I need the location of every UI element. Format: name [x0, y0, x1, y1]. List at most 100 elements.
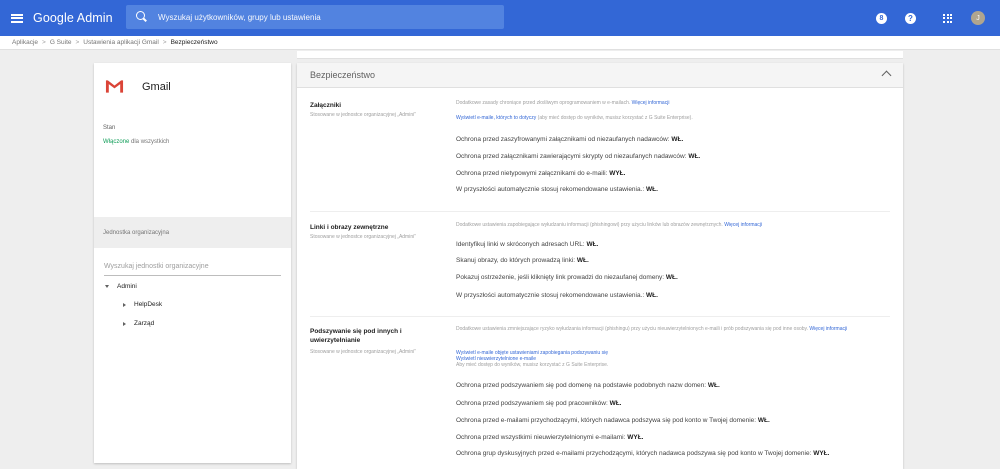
breadcrumb: Aplikacje > G Suite > Ustawienia aplikac…	[0, 36, 1000, 50]
setting-value: WŁ.	[646, 292, 658, 299]
setting-groups-spoofing[interactable]: Ochrona grup dyskusyjnych przed e-mailam…	[456, 449, 829, 458]
setting-value: WYŁ.	[813, 450, 830, 457]
org-unit-header: Jednostka organizacyjna	[94, 217, 291, 248]
setting-label: Ochrona przed załącznikami zawierającymi…	[456, 153, 687, 160]
setting-label: Identyfikuj linki w skróconych adresach …	[456, 241, 585, 248]
top-app-bar: Google Admin Wyszukaj użytkowników, grup…	[0, 0, 1000, 36]
security-settings-panel: Bezpieczeństwo Załączniki Stosowane w je…	[297, 63, 903, 469]
tree-item-label: Admini	[117, 283, 137, 290]
section-divider	[310, 211, 890, 212]
apps-grid-icon[interactable]	[943, 13, 952, 23]
breadcrumb-current: Bezpieczeństwo	[170, 39, 218, 46]
setting-value: WŁ.	[586, 241, 599, 248]
spoofing-description: Dodatkowe ustawienia zmniejszające ryzyk…	[456, 326, 888, 333]
breadcrumb-gsuite[interactable]: G Suite	[50, 39, 72, 46]
setting-label: W przyszłości automatycznie stosuj rekom…	[456, 292, 645, 299]
attachments-description: Dodatkowe zasady chroniące przed złośliw…	[456, 100, 888, 107]
top-right-actions: 8 ? J	[876, 0, 1000, 36]
attachments-view-row: Wyświetl e-maile, których to dotyczy (ab…	[456, 115, 888, 122]
setting-label: W przyszłości automatycznie stosuj rekom…	[456, 186, 645, 193]
section-divider	[310, 316, 890, 317]
app-info-panel: Gmail Stan Włączone dla wszystkich Jedno…	[94, 63, 291, 463]
setting-value: WYŁ.	[627, 434, 644, 441]
org-unit-search-input[interactable]: Wyszukaj jednostki organizacyjne	[104, 262, 281, 276]
links-title: Linki i obrazy zewnętrzne	[310, 224, 389, 231]
search-icon	[136, 11, 148, 23]
section-header[interactable]: Bezpieczeństwo	[297, 63, 903, 88]
setting-label: Pokazuj ostrzeżenie, jeśli kliknięty lin…	[456, 274, 665, 281]
setting-label: Ochrona przed e-mailami przychodzącymi, …	[456, 417, 757, 424]
setting-script-attachments[interactable]: Ochrona przed załącznikami zawierającymi…	[456, 152, 700, 161]
setting-links-future-recommended[interactable]: W przyszłości automatycznie stosuj rekom…	[456, 291, 658, 300]
gmail-logo-icon	[105, 79, 124, 94]
tree-item-admini[interactable]: Admini	[105, 283, 137, 290]
section-title: Bezpieczeństwo	[310, 70, 376, 80]
setting-label: Skanuj obrazy, do których prowadzą linki…	[456, 257, 576, 264]
help-icon[interactable]: ?	[905, 12, 916, 24]
tree-item-helpdesk[interactable]: HelpDesk	[123, 301, 162, 308]
tree-item-label: Zarząd	[134, 320, 155, 327]
attachments-desc-text: Dodatkowe zasady chroniące przed złośliw…	[456, 100, 631, 106]
setting-value: WŁ.	[671, 136, 684, 143]
setting-label: Ochrona przed podszywaniem się pod domen…	[456, 382, 707, 389]
setting-label: Ochrona przed zaszyfrowanymi załącznikam…	[456, 136, 670, 143]
setting-value: WŁ.	[688, 153, 701, 160]
breadcrumb-separator: >	[42, 39, 46, 46]
links-learn-more-link[interactable]: Więcej informacji	[724, 222, 762, 228]
setting-value: WŁ.	[609, 400, 622, 407]
expand-down-icon[interactable]	[105, 285, 109, 288]
attachments-learn-more-link[interactable]: Więcej informacji	[632, 100, 670, 106]
hamburger-menu-icon[interactable]	[11, 13, 23, 23]
setting-label: Ochrona przed nietypowymi załącznikami d…	[456, 170, 608, 177]
breadcrumb-separator: >	[75, 39, 80, 46]
links-scope: Stosowane w jednostce organizacyjnej „Ad…	[310, 234, 416, 240]
setting-value: WŁ.	[646, 186, 658, 193]
setting-scan-linked-images[interactable]: Skanuj obrazy, do których prowadzą linki…	[456, 256, 589, 265]
spoofing-title-line1: Podszywanie się pod innych i	[310, 328, 402, 335]
status-value[interactable]: Włączone dla wszystkich	[103, 139, 169, 145]
status-on-text: Włączone	[103, 139, 130, 145]
setting-value: WYŁ.	[609, 170, 626, 177]
notifications-icon[interactable]: 8	[876, 12, 887, 24]
breadcrumb-gmail-settings[interactable]: Ustawienia aplikacji Gmail	[83, 39, 159, 46]
setting-domain-account-spoofing[interactable]: Ochrona przed e-mailami przychodzącymi, …	[456, 416, 770, 425]
setting-similar-domain-spoofing[interactable]: Ochrona przed podszywaniem się pod domen…	[456, 381, 720, 390]
spoofing-title-line2: uwierzytelnianie	[310, 337, 361, 344]
setting-value: WŁ.	[707, 382, 720, 389]
previous-section-edge	[297, 51, 903, 59]
search-placeholder[interactable]: Wyszukaj użytkowników, grupy lub ustawie…	[158, 13, 321, 22]
setting-unauthenticated-emails[interactable]: Ochrona przed wszystkimi nieuwierzytelni…	[456, 433, 643, 442]
app-brand[interactable]: Google Admin	[33, 11, 113, 25]
spoofing-title: Podszywanie się pod innych i uwierzyteln…	[310, 327, 402, 345]
collapse-chevron-icon[interactable]	[881, 70, 892, 81]
tree-item-zarzad[interactable]: Zarząd	[123, 320, 154, 327]
breadcrumb-separator: >	[162, 39, 167, 46]
setting-unusual-attachments[interactable]: Ochrona przed nietypowymi załącznikami d…	[456, 169, 625, 178]
app-name: Gmail	[142, 81, 171, 93]
setting-value: WŁ.	[665, 274, 678, 281]
links-description: Dodatkowe ustawienia zapobiegające wyłud…	[456, 222, 888, 229]
spoofing-scope: Stosowane w jednostce organizacyjnej „Ad…	[310, 349, 416, 355]
account-avatar[interactable]: J	[971, 11, 985, 25]
attachments-scope: Stosowane w jednostce organizacyjnej „Ad…	[310, 112, 416, 118]
setting-value: WŁ.	[757, 417, 770, 424]
spoofing-learn-more-link[interactable]: Więcej informacji	[809, 326, 847, 332]
breadcrumb-apps[interactable]: Aplikacje	[12, 39, 38, 46]
setting-shortened-urls[interactable]: Identyfikuj linki w skróconych adresach …	[456, 240, 598, 249]
setting-attachments-future-recommended[interactable]: W przyszłości automatycznie stosuj rekom…	[456, 185, 658, 194]
links-desc-text: Dodatkowe ustawienia zapobiegające wyłud…	[456, 222, 723, 228]
setting-encrypted-attachments[interactable]: Ochrona przed zaszyfrowanymi załącznikam…	[456, 135, 683, 144]
setting-label: Ochrona grup dyskusyjnych przed e-mailam…	[456, 450, 812, 457]
attachments-title: Załączniki	[310, 102, 342, 109]
search-box[interactable]: Wyszukaj użytkowników, grupy lub ustawie…	[126, 5, 504, 29]
setting-employee-spoofing[interactable]: Ochrona przed podszywaniem się pod praco…	[456, 399, 621, 408]
setting-value: WŁ.	[576, 257, 589, 264]
setting-label: Ochrona przed podszywaniem się pod praco…	[456, 400, 608, 407]
setting-label: Ochrona przed wszystkimi nieuwierzytelni…	[456, 434, 626, 441]
setting-untrusted-domain-warning[interactable]: Pokazuj ostrzeżenie, jeśli kliknięty lin…	[456, 273, 678, 282]
spoofing-desc-text: Dodatkowe ustawienia zmniejszające ryzyk…	[456, 326, 809, 332]
expand-right-icon[interactable]	[123, 321, 126, 326]
attachments-view-emails-link[interactable]: Wyświetl e-maile, których to dotyczy	[456, 115, 536, 121]
expand-right-icon[interactable]	[123, 302, 126, 307]
status-scope-text: dla wszystkich	[131, 139, 170, 145]
